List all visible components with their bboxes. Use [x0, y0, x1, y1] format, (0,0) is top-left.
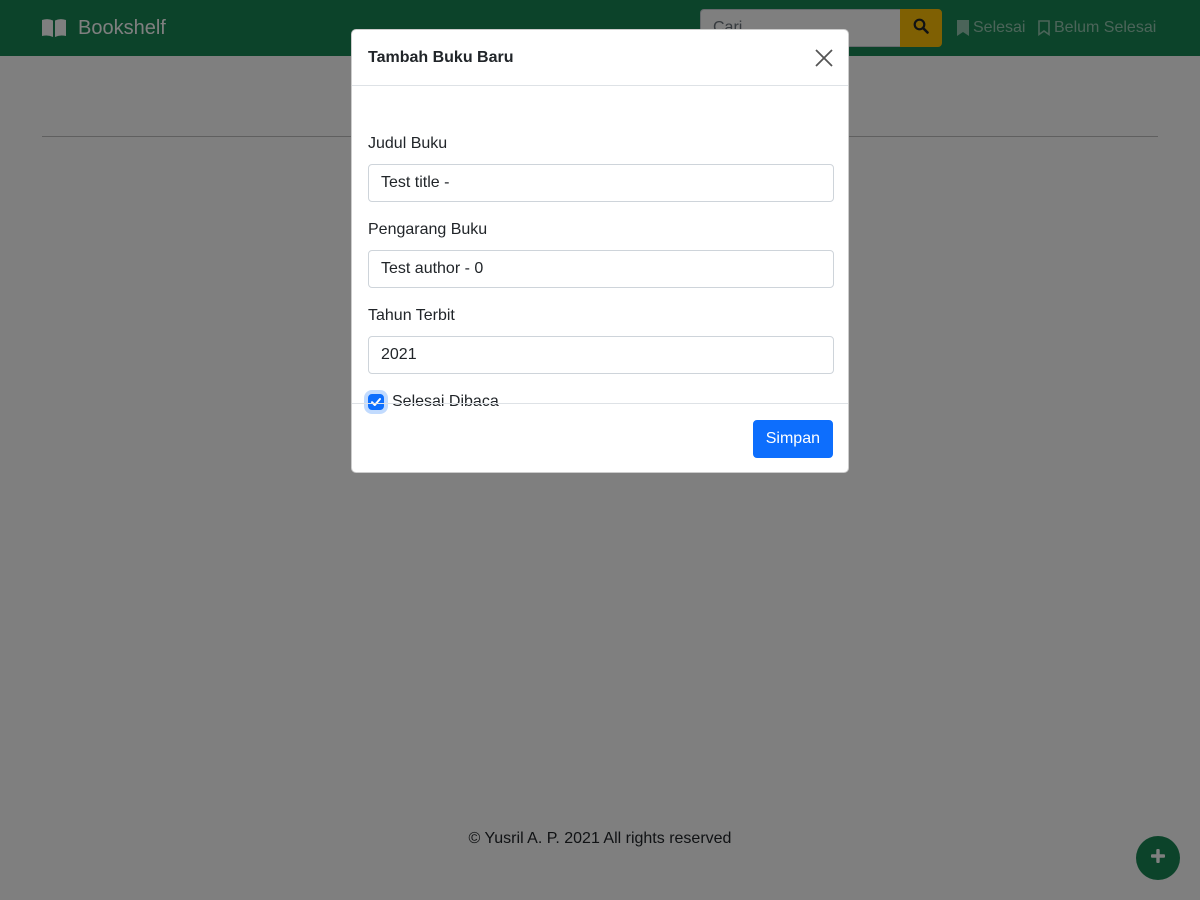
add-book-modal: Tambah Buku Baru Judul Buku Pengarang Bu… [351, 29, 849, 473]
save-button[interactable]: Simpan [752, 420, 833, 458]
author-label: Pengarang Buku [368, 221, 488, 238]
author-input[interactable] [368, 250, 834, 288]
year-label: Tahun Terbit [368, 307, 455, 324]
title-label: Judul Buku [368, 135, 448, 152]
modal-title: Tambah Buku Baru [368, 48, 514, 66]
close-button[interactable] [814, 48, 834, 68]
modal-header: Tambah Buku Baru [352, 30, 848, 86]
modal-footer: Simpan [352, 403, 848, 472]
year-input[interactable] [368, 336, 834, 374]
title-input[interactable] [368, 164, 834, 202]
close-icon [814, 49, 834, 72]
